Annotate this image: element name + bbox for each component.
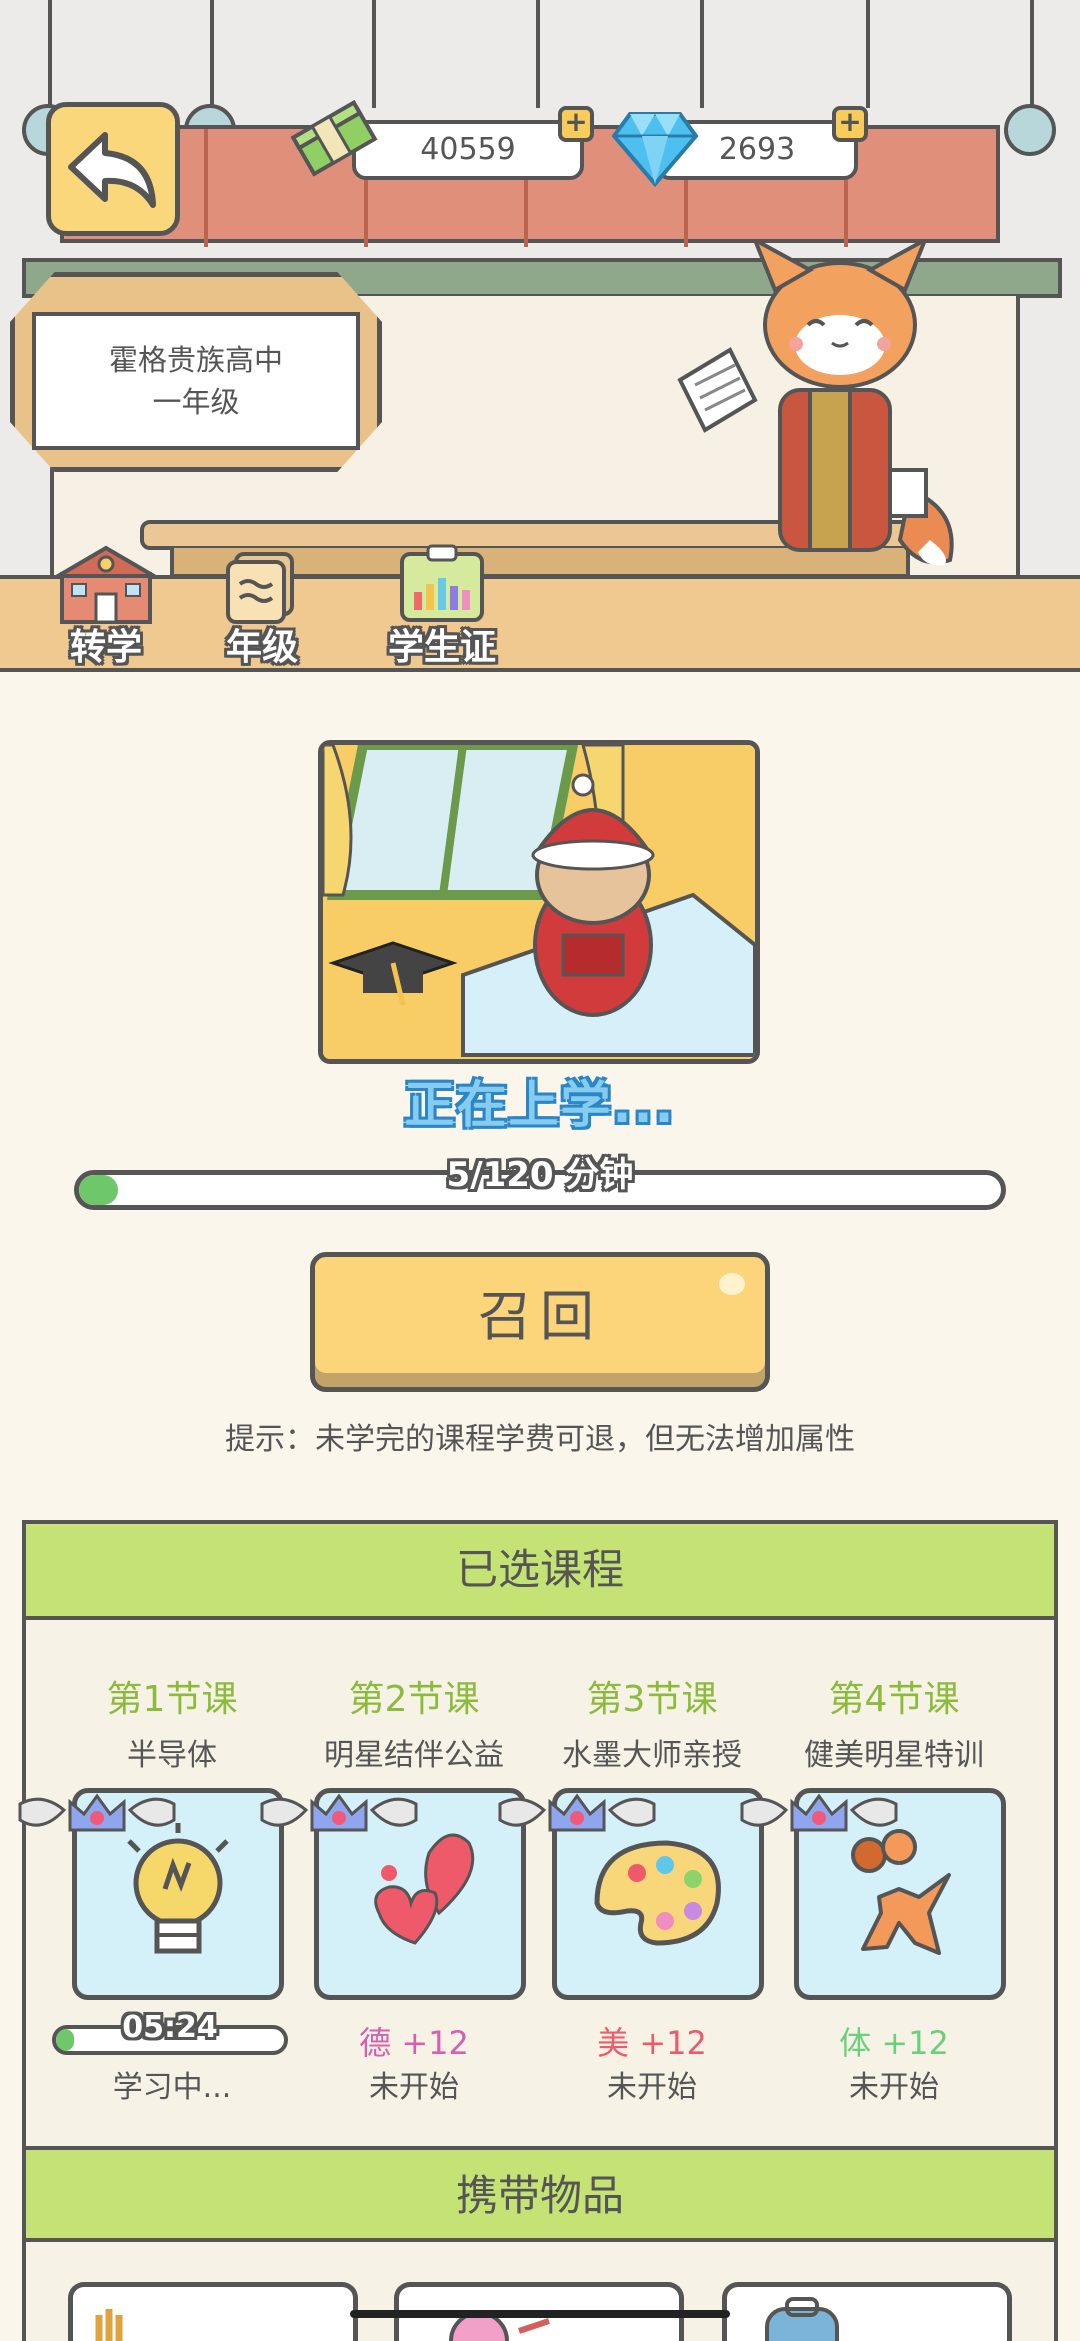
course-number: 第4节课: [828, 1679, 960, 1720]
home-indicator[interactable]: [350, 2310, 730, 2318]
cash-counter: 40559 +: [352, 106, 594, 180]
lamp-cord: [1030, 0, 1034, 108]
school-name: 霍格贵族高中: [108, 342, 283, 377]
course-slot-3: 第3节课 水墨大师亲授 美 +12 未开始: [498, 1670, 772, 2105]
course-state: 未开始: [607, 2070, 697, 2105]
course-attribute: 美 +12: [597, 2024, 707, 2062]
course-state: 未开始: [369, 2070, 459, 2105]
lamp-cord: [372, 0, 376, 108]
school-grade: 一年级: [152, 385, 240, 419]
recall-button-label: 召回: [478, 1285, 602, 1348]
nav-grade[interactable]: 年级: [192, 540, 332, 670]
course-state: 学习中...: [112, 2070, 232, 2105]
books-icon: [226, 552, 294, 624]
course-number: 第3节课: [586, 1679, 718, 1720]
school-sign-board: 霍格贵族高中 一年级: [32, 312, 360, 450]
back-arrow-icon: [68, 132, 156, 208]
course-state: 未开始: [849, 2070, 939, 2105]
fox-teacher-icon: [677, 240, 954, 566]
cash-value: 40559: [420, 132, 516, 167]
cutlery-icon: [95, 2309, 123, 2341]
lollipop-icon: [449, 2311, 550, 2341]
lamp-cord: [210, 0, 214, 108]
nav-student-id[interactable]: 学生证: [362, 540, 522, 670]
nav-transfer-label: 转学: [69, 627, 142, 668]
cash-icon: [290, 99, 378, 177]
lamp-cord: [700, 0, 704, 108]
recall-button[interactable]: 召回: [310, 1252, 770, 1392]
school-building-icon: [56, 545, 156, 624]
lamp-cord: [48, 0, 52, 108]
diamond-icon: [612, 112, 698, 188]
studying-status: 正在上学...: [404, 1076, 676, 1134]
refund-hint: 提示：未学完的课程学费可退，但无法增加属性: [225, 1422, 855, 1457]
item-slot-3[interactable]: [722, 2282, 1012, 2341]
nav-student-id-label: 学生证: [387, 627, 496, 668]
course-name: 半导体: [127, 1738, 217, 1773]
carried-items-header: 携带物品: [26, 2146, 1054, 2242]
course-attribute: 德 +12: [359, 2024, 469, 2062]
item-slot-1[interactable]: [68, 2282, 358, 2341]
course-attribute: 体 +12: [839, 2024, 949, 2062]
study-progress-text: 5/120 分钟: [446, 1155, 634, 1195]
nav-grade-label: 年级: [225, 627, 298, 668]
course-number: 第2节课: [348, 1679, 480, 1720]
course-name: 健美明星特训: [804, 1738, 984, 1773]
course-number: 第1节课: [106, 1679, 238, 1720]
course-timer-text: 05:24: [122, 2010, 218, 2045]
student-reading-icon: [323, 745, 755, 1059]
crown-badge-icon: [498, 1793, 656, 1832]
course-slot-2: 第2节课 明星结伴公益 德 +12 未开始: [260, 1670, 534, 2105]
back-button[interactable]: [46, 102, 180, 236]
backpack-icon: [765, 2297, 839, 2341]
selected-courses-header: 已选课程: [26, 1524, 1054, 1620]
button-shine: [719, 1273, 745, 1295]
nav-transfer-school[interactable]: 转学: [36, 540, 176, 670]
crown-badge-icon: [18, 1793, 176, 1832]
crown-badge-icon: [740, 1793, 898, 1832]
course-slot-4: 第4节课 健美明星特训 体 +12 未开始: [740, 1670, 1014, 2105]
lamp-icon: [1004, 104, 1056, 156]
studying-illustration: [318, 740, 760, 1064]
add-cash-button[interactable]: +: [558, 106, 594, 142]
add-gems-button[interactable]: +: [832, 106, 868, 142]
lamp-cord: [536, 0, 540, 108]
student-card-icon: [400, 544, 484, 622]
lamp-cord: [866, 0, 870, 108]
course-name: 水墨大师亲授: [562, 1738, 742, 1773]
crown-badge-icon: [260, 1793, 418, 1832]
